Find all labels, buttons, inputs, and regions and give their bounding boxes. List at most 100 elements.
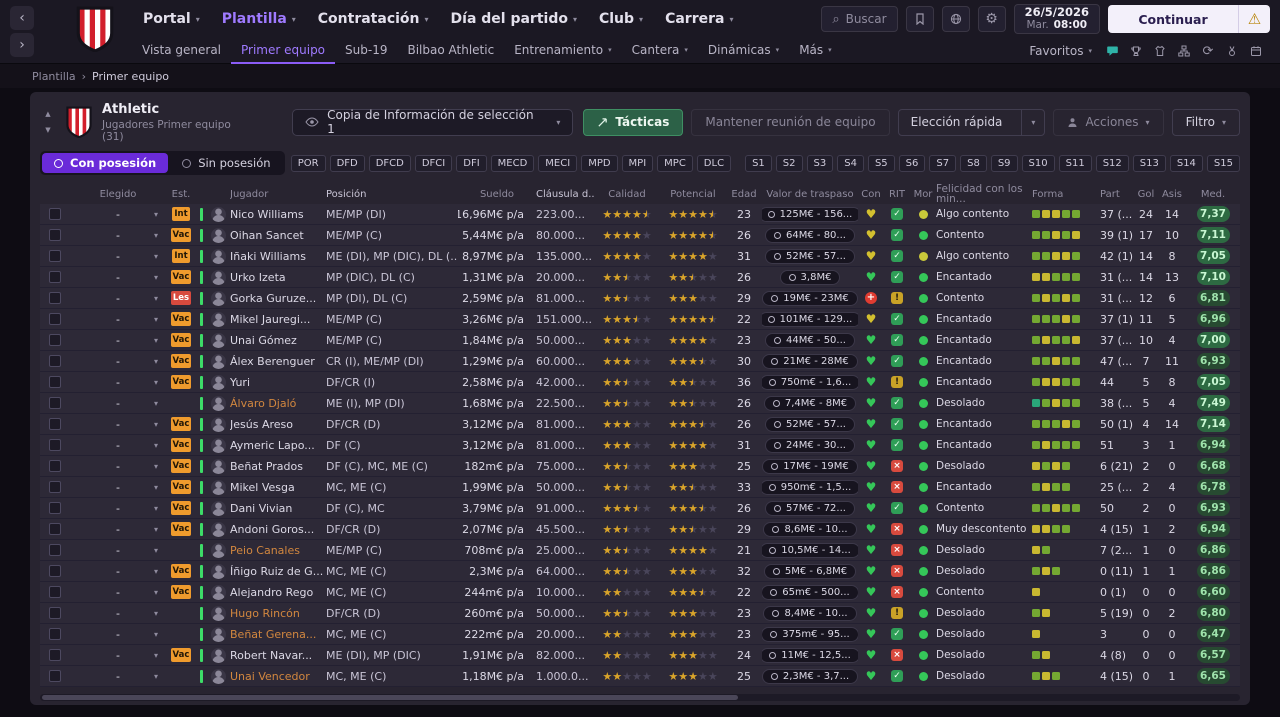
selection-dropdown[interactable]: - ▾ (70, 519, 166, 539)
selection-dropdown[interactable]: - ▾ (70, 288, 166, 308)
player-name[interactable]: Aymeric Lapo... (230, 435, 326, 455)
column-header-sueldo[interactable]: Sueldo (458, 184, 536, 204)
player-row[interactable]: - ▾ Álvaro Djaló ME (I), MP (DI) 1,68M€ p… (40, 393, 1240, 414)
slot-chip-s4[interactable]: S4 (837, 154, 864, 172)
selection-dropdown[interactable]: - ▾ (70, 330, 166, 350)
player-name[interactable]: Alejandro Rego (230, 582, 326, 602)
player-name[interactable]: Beñat Gerena... (230, 624, 326, 644)
transfer-value-pill[interactable]: 101M€ - 129... (762, 311, 858, 327)
globe-icon[interactable] (941, 6, 970, 32)
row-checkbox[interactable] (49, 271, 61, 283)
position-chip-mpd[interactable]: MPD (581, 154, 618, 172)
player-row[interactable]: - ▾ Unai Vencedor MC, ME (C) 1,18M€ p/a 1… (40, 666, 1240, 687)
selection-dropdown[interactable]: - ▾ (70, 435, 166, 455)
menu-portal[interactable]: Portal ▾ (132, 0, 211, 38)
subnav-sub-19[interactable]: Sub-19 (335, 38, 397, 64)
column-header-gol[interactable]: Gol (1134, 184, 1158, 204)
slot-chip-s6[interactable]: S6 (898, 154, 926, 172)
selection-dropdown[interactable]: - ▾ (70, 582, 166, 602)
row-checkbox[interactable] (49, 523, 61, 535)
slot-chip-s7[interactable]: S7 (929, 154, 957, 172)
player-name[interactable]: Oihan Sancet (230, 225, 326, 245)
player-row[interactable]: - ▾ Vac Dani Vivian DF (C), MC 3,79M€ p/a… (40, 498, 1240, 519)
view-dropdown[interactable]: Copia de Información de selección 1 ▾ (292, 108, 574, 136)
player-name[interactable]: Hugo Rincón (230, 603, 326, 623)
collapse-up-button[interactable]: ▲ (40, 108, 56, 120)
selection-dropdown[interactable]: - ▾ (70, 309, 166, 329)
row-checkbox[interactable] (49, 565, 61, 577)
column-header-con[interactable]: Con (858, 184, 884, 204)
selection-dropdown[interactable]: - ▾ (70, 603, 166, 623)
transfer-value-pill[interactable]: 65m€ - 500... (762, 584, 858, 600)
player-name[interactable]: Mikel Vesga (230, 477, 326, 497)
transfer-value-pill[interactable]: 64M€ - 80... (765, 227, 855, 243)
transfer-value-pill[interactable]: 125M€ - 156... (762, 206, 858, 222)
search-box[interactable]: ⌕ Buscar (821, 6, 898, 32)
transfer-value-pill[interactable]: 21M€ - 28M€ (762, 353, 858, 369)
selection-dropdown[interactable]: - ▾ (70, 540, 166, 560)
selection-dropdown[interactable]: - ▾ (70, 204, 166, 224)
player-row[interactable]: - ▾ Vac Yuri DF/CR (I) 2,58M€ p/a 42.000.… (40, 372, 1240, 393)
player-row[interactable]: - ▾ Vac Aymeric Lapo... DF (C) 3,12M€ p/a… (40, 435, 1240, 456)
slot-chip-s8[interactable]: S8 (960, 154, 987, 172)
column-header-posicion[interactable]: Posición (326, 184, 458, 204)
slot-chip-s15[interactable]: S15 (1206, 154, 1240, 172)
column-header-med[interactable]: Med. (1186, 184, 1240, 204)
selection-dropdown[interactable]: - ▾ (70, 624, 166, 644)
collapse-down-button[interactable]: ▼ (40, 124, 56, 136)
player-name[interactable]: Urko Izeta (230, 267, 326, 287)
row-checkbox[interactable] (49, 481, 61, 493)
calendar-icon[interactable] (1246, 42, 1266, 60)
column-header-calidad[interactable]: Calidad (594, 184, 660, 204)
slot-chip-s5[interactable]: S5 (867, 154, 895, 172)
refresh-icon[interactable]: ⟳ (1198, 42, 1218, 60)
selection-dropdown[interactable]: - ▾ (70, 267, 166, 287)
position-chip-por[interactable]: POR (290, 154, 326, 172)
slot-chip-s10[interactable]: S10 (1021, 154, 1055, 172)
selection-dropdown[interactable]: - ▾ (70, 351, 166, 371)
column-header-asis[interactable]: Asis (1158, 184, 1186, 204)
player-name[interactable]: Jesús Areso (230, 414, 326, 434)
slot-chip-s1[interactable]: S1 (745, 154, 772, 172)
transfer-value-pill[interactable]: 10,5M€ - 14... (762, 542, 858, 558)
row-checkbox[interactable] (49, 334, 61, 346)
menu-carrera[interactable]: Carrera ▾ (654, 0, 744, 38)
subnav-cantera[interactable]: Cantera ▾ (622, 38, 698, 64)
row-checkbox[interactable] (49, 460, 61, 472)
player-name[interactable]: Yuri (230, 372, 326, 392)
transfer-value-pill[interactable]: 7,4M€ - 8M€ (763, 395, 857, 411)
transfer-value-pill[interactable]: 17M€ - 19M€ (762, 458, 858, 474)
row-checkbox[interactable] (49, 649, 61, 661)
player-name[interactable]: Beñat Prados (230, 456, 326, 476)
bookmark-icon[interactable] (905, 6, 934, 32)
position-chip-dlc[interactable]: DLC (696, 154, 732, 172)
slot-chip-s13[interactable]: S13 (1132, 154, 1166, 172)
player-name[interactable]: Gorka Guruze... (230, 288, 326, 308)
transfer-value-pill[interactable]: 2,3M€ - 3,7... (762, 668, 858, 684)
column-header-potencial[interactable]: Potencial (660, 184, 726, 204)
transfer-value-pill[interactable]: 44M€ - 50... (765, 332, 855, 348)
selection-dropdown[interactable]: - ▾ (70, 456, 166, 476)
slot-chip-s9[interactable]: S9 (990, 154, 1018, 172)
selection-dropdown[interactable]: - ▾ (70, 414, 166, 434)
medal-icon[interactable] (1222, 42, 1242, 60)
column-header-part[interactable]: Part (1094, 184, 1134, 204)
row-checkbox[interactable] (49, 502, 61, 514)
player-row[interactable]: - ▾ Vac Mikel Vesga MC, ME (C) 1,99M€ p/a… (40, 477, 1240, 498)
player-row[interactable]: - ▾ Les Gorka Guruze... MP (DI), DL (C) 2… (40, 288, 1240, 309)
continue-button[interactable]: Continuar ⚠ (1108, 5, 1270, 33)
row-checkbox[interactable] (49, 313, 61, 325)
slot-chip-s2[interactable]: S2 (775, 154, 803, 172)
player-row[interactable]: - ▾ Vac Alejandro Rego MC, ME (C) 244m€ p… (40, 582, 1240, 603)
quick-pick-caret[interactable]: ▾ (1021, 109, 1044, 135)
transfer-value-pill[interactable]: 57M€ - 72... (765, 500, 855, 516)
quick-pick-button[interactable]: Elección rápida ▾ (897, 108, 1046, 136)
row-checkbox[interactable] (49, 439, 61, 451)
hierarchy-icon[interactable] (1174, 42, 1194, 60)
row-checkbox[interactable] (49, 376, 61, 388)
slot-chip-s11[interactable]: S11 (1058, 154, 1092, 172)
column-header-rit[interactable]: RIT (884, 184, 910, 204)
transfer-value-pill[interactable]: 8,4M€ - 10... (763, 605, 857, 621)
transfer-value-pill[interactable]: 375m€ - 95... (762, 626, 858, 642)
selection-dropdown[interactable]: - ▾ (70, 645, 166, 665)
